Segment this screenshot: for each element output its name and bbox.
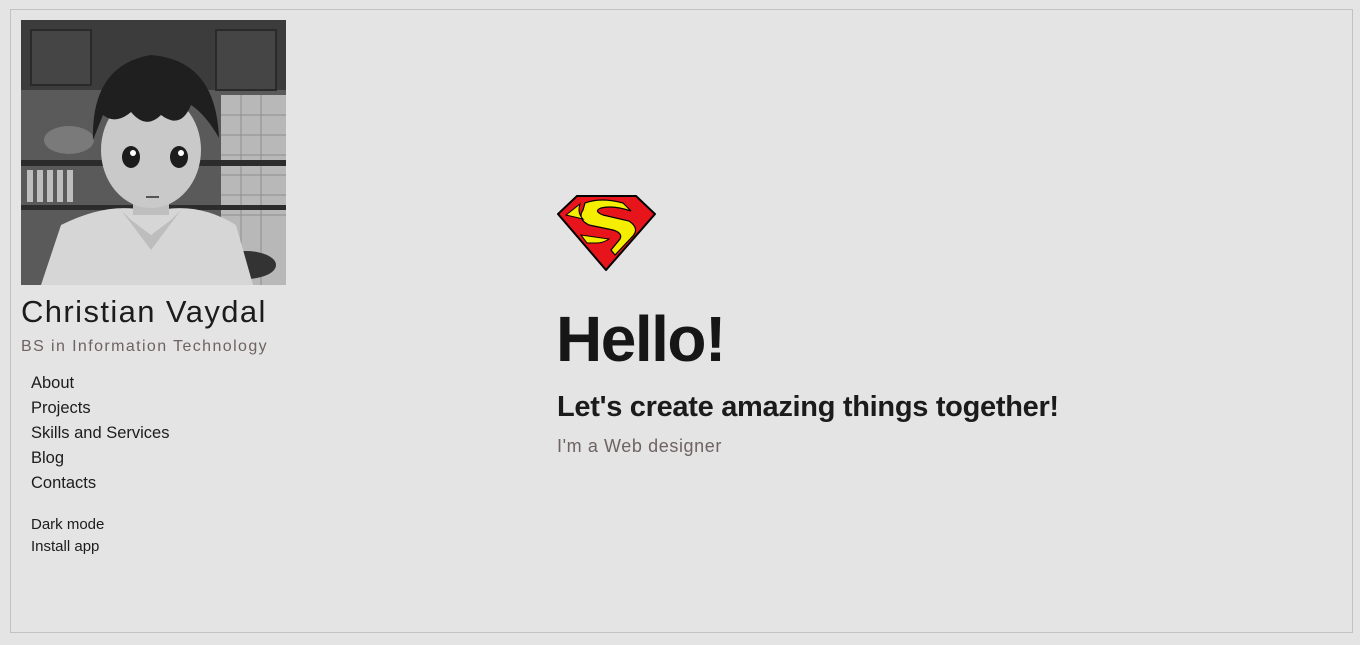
dark-mode-toggle[interactable]: Dark mode xyxy=(31,514,104,536)
install-app-button[interactable]: Install app xyxy=(31,536,104,558)
nav-item-skills-and-services[interactable]: Skills and Services xyxy=(31,421,169,446)
nav-item-about[interactable]: About xyxy=(31,371,169,396)
profile-subtitle: BS in Information Technology xyxy=(21,338,269,355)
superman-logo-icon xyxy=(556,195,657,272)
hero-role: I'm a Web designer xyxy=(557,436,722,456)
profile-name: Christian Vaydal xyxy=(21,294,267,329)
nav-item-blog[interactable]: Blog xyxy=(31,446,169,471)
main-nav: About Projects Skills and Services Blog … xyxy=(31,371,169,496)
nav-item-contacts[interactable]: Contacts xyxy=(31,471,169,496)
hero-heading: Hello! xyxy=(556,303,726,375)
nav-item-projects[interactable]: Projects xyxy=(31,396,169,421)
hero-tagline: Let's create amazing things together! xyxy=(557,391,1059,423)
extras-menu: Dark mode Install app xyxy=(31,514,104,558)
profile-avatar xyxy=(21,20,286,285)
